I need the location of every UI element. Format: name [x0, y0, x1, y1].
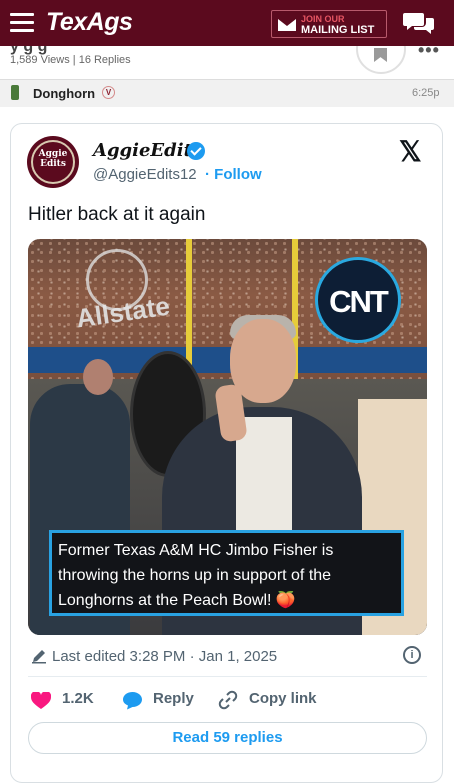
mail-icon: [278, 19, 296, 31]
avatar-text: Aggie Edits: [38, 149, 68, 169]
user-badge: V: [102, 86, 115, 99]
site-logo[interactable]: TexAgs: [46, 8, 133, 37]
mailing-list-button[interactable]: JOIN OUR MAILING LIST: [271, 10, 387, 38]
bookmark-icon: [374, 48, 387, 62]
reply-icon[interactable]: [122, 691, 143, 710]
tweet-media-image[interactable]: Allstate CNT Former Texas A&M HC Jimbo F…: [28, 239, 427, 635]
thread-subheader: y g g 1,589 Views | 16 Replies •••: [0, 46, 454, 80]
avatar[interactable]: Aggie Edits: [27, 136, 79, 188]
last-edited[interactable]: Last edited 3:28 PM · Jan 1, 2025: [52, 648, 277, 665]
info-icon[interactable]: i: [403, 646, 421, 664]
pencil-icon: [32, 650, 46, 664]
x-logo-icon[interactable]: 𝕏: [399, 138, 422, 166]
embedded-tweet[interactable]: Aggie Edits AggieEdits @AggieEdits12 · F…: [10, 123, 443, 783]
post-author-bar: Donghorn V 6:25p: [0, 80, 454, 107]
like-count[interactable]: 1.2K: [62, 690, 94, 712]
chat-icon[interactable]: [403, 11, 435, 37]
media-caption: Former Texas A&M HC Jimbo Fisher is thro…: [49, 530, 404, 616]
cnt-logo: CNT: [315, 257, 401, 343]
divider: [28, 676, 427, 677]
bookmark-button[interactable]: [356, 46, 406, 74]
copy-link-button[interactable]: Copy link: [249, 690, 317, 712]
follow-link[interactable]: · Follow: [205, 166, 262, 183]
read-replies-button[interactable]: Read 59 replies: [28, 722, 427, 754]
heart-icon[interactable]: [31, 692, 51, 710]
tweet-handle[interactable]: @AggieEdits12: [93, 166, 197, 183]
post-username[interactable]: Donghorn: [33, 86, 95, 101]
more-options-icon[interactable]: •••: [418, 46, 440, 61]
post-time: 6:25p: [412, 87, 440, 99]
site-header: TexAgs JOIN OUR MAILING LIST: [0, 0, 454, 46]
thread-stats: 1,589 Views | 16 Replies: [10, 54, 131, 66]
tweet-text: Hitler back at it again: [28, 204, 206, 225]
reply-button[interactable]: Reply: [153, 690, 194, 712]
mailing-list-label: MAILING LIST: [301, 24, 375, 36]
verified-badge-icon: [187, 142, 205, 160]
mobile-phone-icon: [11, 85, 19, 100]
tweet-display-name[interactable]: AggieEdits: [93, 140, 202, 161]
link-icon[interactable]: [218, 690, 238, 710]
menu-icon[interactable]: [10, 13, 34, 32]
mailing-list-small-label: JOIN OUR: [301, 14, 345, 24]
